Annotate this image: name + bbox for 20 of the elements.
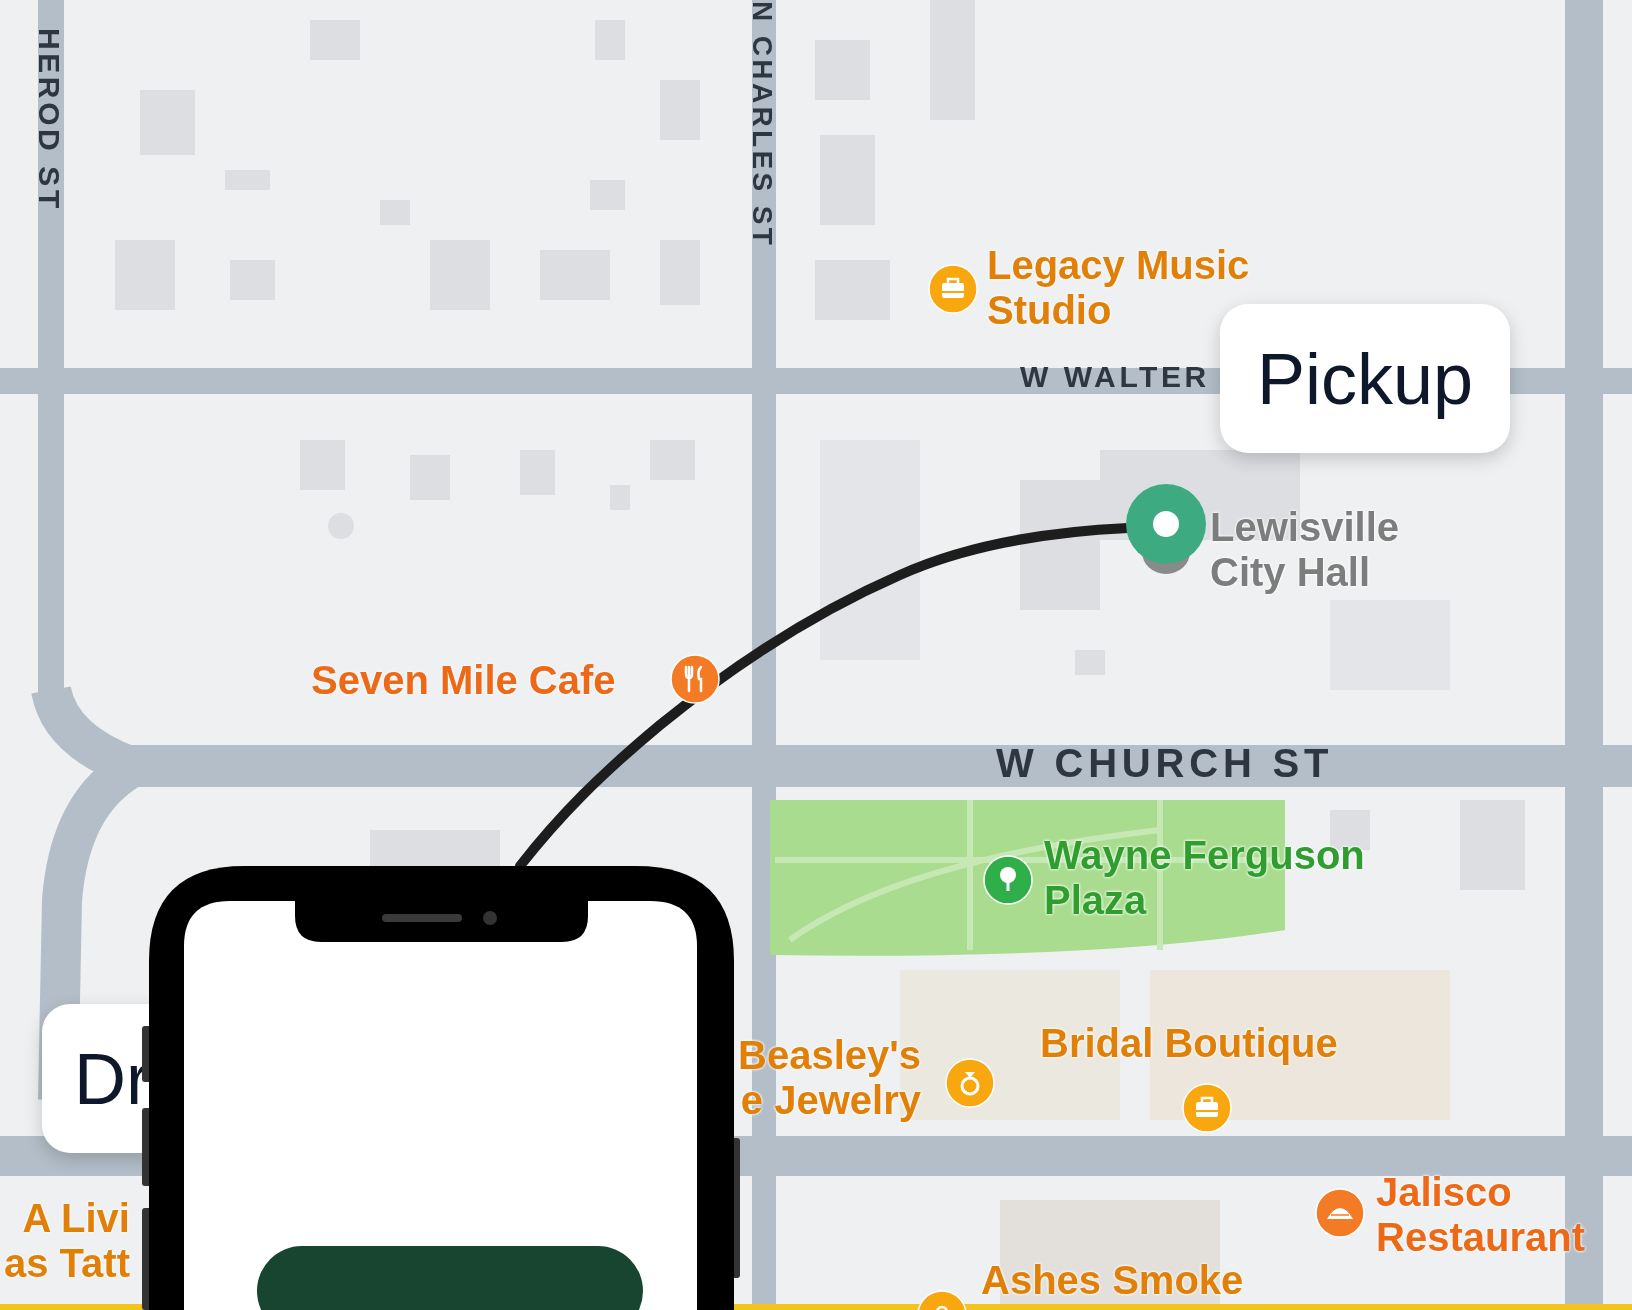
place-label: Wayne Ferguson Plaza: [1044, 833, 1365, 923]
fork-knife-icon: [670, 654, 720, 704]
place-label: Beasley's e Jewelry: [738, 1033, 921, 1123]
place-label: Seven Mile Cafe: [311, 658, 616, 703]
action-button[interactable]: [257, 1246, 643, 1310]
place-label: Bridal Boutique: [1040, 1021, 1338, 1066]
place-label: Lewisville City Hall: [1210, 505, 1399, 595]
bag-icon: [1182, 1083, 1232, 1133]
street-label: HEROD ST: [34, 28, 64, 212]
street-label: W WALTER: [1020, 362, 1210, 392]
place-label: A Livi as Tatt: [4, 1196, 130, 1286]
tree-icon: [983, 855, 1033, 905]
place-label: Ashes Smoke: [981, 1258, 1244, 1303]
place-label: Jalisco Restaurant: [1376, 1170, 1585, 1260]
street-label: N CHARLES ST: [748, 1, 776, 249]
street-label: W CHURCH ST: [996, 743, 1334, 783]
bag-icon: [928, 264, 978, 314]
taco-icon: [1315, 1188, 1365, 1238]
pickup-label: Pickup: [1220, 304, 1510, 453]
ring-icon: [945, 1058, 995, 1108]
